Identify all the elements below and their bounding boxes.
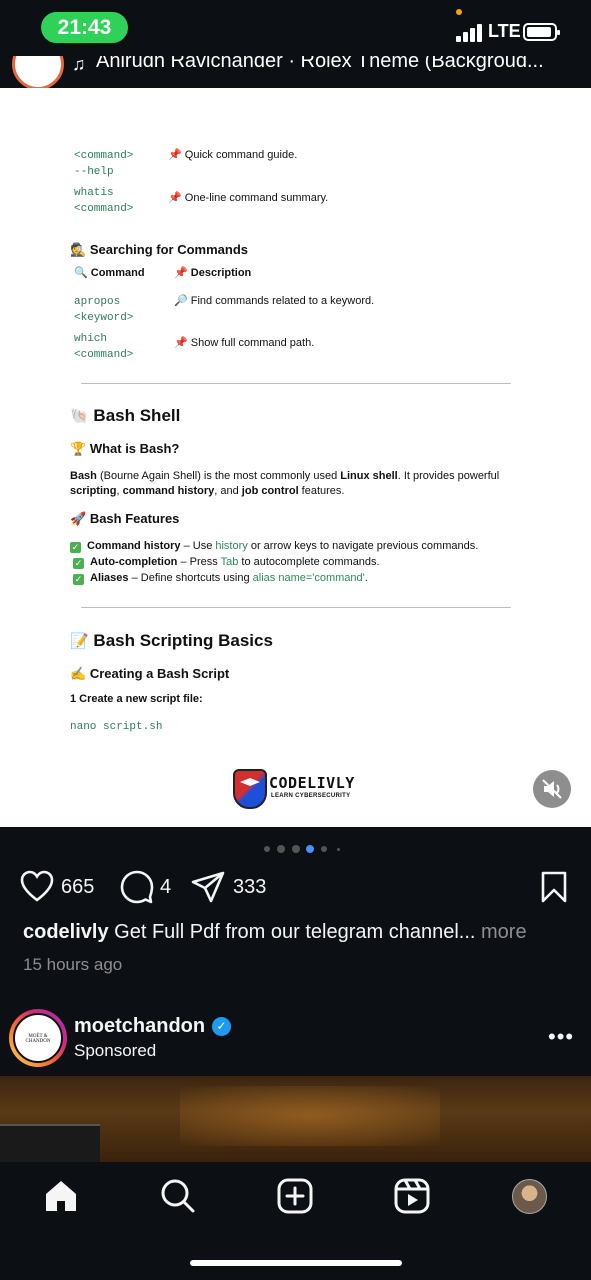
list-item: ✓ Command history – Use history or arrow … bbox=[70, 540, 479, 553]
pushpin-icon: 📌 bbox=[174, 337, 188, 349]
create-post-icon[interactable] bbox=[276, 1177, 314, 1215]
signal-icon bbox=[456, 24, 484, 42]
step-text: 1 Create a new script file: bbox=[70, 693, 203, 705]
more-options-icon[interactable]: ••• bbox=[548, 1024, 574, 1050]
description-cell: 📌 Show full command path. bbox=[174, 337, 315, 349]
trophy-icon: 🏆 bbox=[70, 441, 87, 456]
rocket-icon: 🚀 bbox=[70, 511, 87, 526]
carousel-dot bbox=[337, 848, 340, 851]
logo-wordmark: CODELIVLY bbox=[269, 774, 355, 792]
profile-avatar[interactable] bbox=[512, 1179, 547, 1214]
command-cell: whatis <command> bbox=[74, 187, 134, 215]
sub-heading: 🏆 What is Bash? bbox=[70, 441, 180, 456]
caption-more-link[interactable]: more bbox=[475, 921, 527, 943]
post-author-avatar[interactable] bbox=[12, 56, 64, 88]
list-item: ✓ Auto-completion – Press Tab to autocomp… bbox=[73, 556, 380, 569]
caption-text: Get Full Pdf from our telegram channel..… bbox=[108, 921, 476, 943]
checkmark-icon: ✓ bbox=[70, 542, 81, 553]
sponsored-label: Sponsored bbox=[74, 1041, 157, 1060]
divider bbox=[81, 383, 511, 384]
command-cell: <command> --help bbox=[74, 150, 134, 178]
checkmark-icon: ✓ bbox=[73, 574, 84, 585]
carousel-dot bbox=[292, 845, 300, 853]
sponsored-media[interactable] bbox=[0, 1076, 591, 1162]
carousel-dot bbox=[277, 845, 285, 853]
search-icon[interactable] bbox=[159, 1177, 197, 1215]
post-timestamp: 15 hours ago bbox=[23, 955, 123, 974]
status-time: 21:43 bbox=[41, 12, 128, 43]
sponsor-avatar-logo: MOËT & CHANDON bbox=[25, 1034, 51, 1044]
sub-heading: 🚀 Bash Features bbox=[70, 511, 180, 526]
comment-bubble-icon[interactable] bbox=[120, 870, 154, 904]
caption-username[interactable]: codelivly bbox=[23, 921, 109, 943]
description-cell: 🔎 Find commands related to a keyword. bbox=[174, 295, 375, 307]
network-type: LTE bbox=[488, 21, 521, 41]
section-heading: 🕵 Searching for Commands bbox=[70, 242, 249, 257]
audio-track-label[interactable]: Anirudh Ravichander · Rolex Theme (Backg… bbox=[96, 56, 544, 73]
carousel-dot bbox=[321, 846, 327, 852]
list-item: ✓ Aliases – Define shortcuts using alias … bbox=[73, 572, 368, 585]
section-heading: 🐚 Bash Shell bbox=[70, 406, 181, 425]
comment-count[interactable]: 4 bbox=[160, 876, 171, 899]
sponsor-username[interactable]: moetchandon bbox=[74, 1015, 205, 1038]
feature-list: ✓ Command history – Use history or arrow … bbox=[70, 538, 478, 586]
codelivly-logo-icon bbox=[233, 769, 267, 809]
pushpin-icon: 📌 bbox=[168, 149, 182, 161]
music-note-icon: ♫ bbox=[72, 56, 86, 74]
section-heading: 📝 Bash Scripting Basics bbox=[70, 631, 273, 650]
command-cell: which <command> bbox=[74, 333, 134, 361]
magnifier-icon: 🔍 bbox=[74, 267, 88, 279]
magnifier-icon: 🔎 bbox=[174, 295, 188, 307]
shell-icon: 🐚 bbox=[70, 408, 89, 425]
writing-hand-icon: ✍ bbox=[70, 666, 87, 681]
mute-button[interactable] bbox=[533, 770, 571, 808]
divider bbox=[81, 607, 511, 608]
logo-tagline: LEARN CYBERSECURITY bbox=[271, 793, 351, 799]
share-send-icon[interactable] bbox=[191, 870, 225, 904]
carousel-dot-active bbox=[306, 845, 314, 853]
status-bar: 21:43 LTE bbox=[0, 0, 591, 56]
share-count[interactable]: 333 bbox=[233, 876, 266, 899]
reels-icon[interactable] bbox=[393, 1177, 431, 1215]
privacy-indicator-dot bbox=[456, 9, 462, 15]
code-snippet: nano script.sh bbox=[70, 721, 163, 733]
pushpin-icon: 📌 bbox=[168, 192, 182, 204]
memo-icon: 📝 bbox=[70, 633, 89, 650]
home-indicator bbox=[190, 1260, 402, 1266]
sub-heading: ✍ Creating a Bash Script bbox=[70, 666, 230, 681]
column-header-command: 🔍 Command bbox=[74, 267, 145, 279]
carousel-indicator bbox=[0, 843, 591, 855]
detective-icon: 🕵 bbox=[70, 242, 87, 257]
column-header-description: 📌 Description bbox=[174, 267, 252, 279]
post-carousel-slide[interactable]: <command> --help 📌 Quick command guide. … bbox=[0, 88, 591, 827]
pushpin-icon: 📌 bbox=[174, 267, 188, 279]
speaker-muted-icon bbox=[542, 779, 562, 799]
checkmark-icon: ✓ bbox=[73, 558, 84, 569]
battery-icon bbox=[523, 23, 560, 41]
like-count[interactable]: 665 bbox=[61, 876, 94, 899]
home-icon[interactable] bbox=[42, 1177, 80, 1215]
description-cell: 📌 One-line command summary. bbox=[168, 192, 329, 204]
verified-badge-icon: ✓ bbox=[212, 1017, 231, 1036]
description-cell: 📌 Quick command guide. bbox=[168, 149, 298, 161]
command-cell: apropos <keyword> bbox=[74, 296, 134, 324]
carousel-dot bbox=[264, 846, 270, 852]
bash-description: Bash (Bourne Again Shell) is the most co… bbox=[70, 470, 500, 497]
post-audio-strip[interactable]: ♫ Anirudh Ravichander · Rolex Theme (Bac… bbox=[0, 56, 591, 88]
post-caption[interactable]: codelivly Get Full Pdf from our telegram… bbox=[23, 921, 527, 944]
like-heart-icon[interactable] bbox=[20, 870, 54, 904]
save-bookmark-icon[interactable] bbox=[540, 870, 568, 904]
